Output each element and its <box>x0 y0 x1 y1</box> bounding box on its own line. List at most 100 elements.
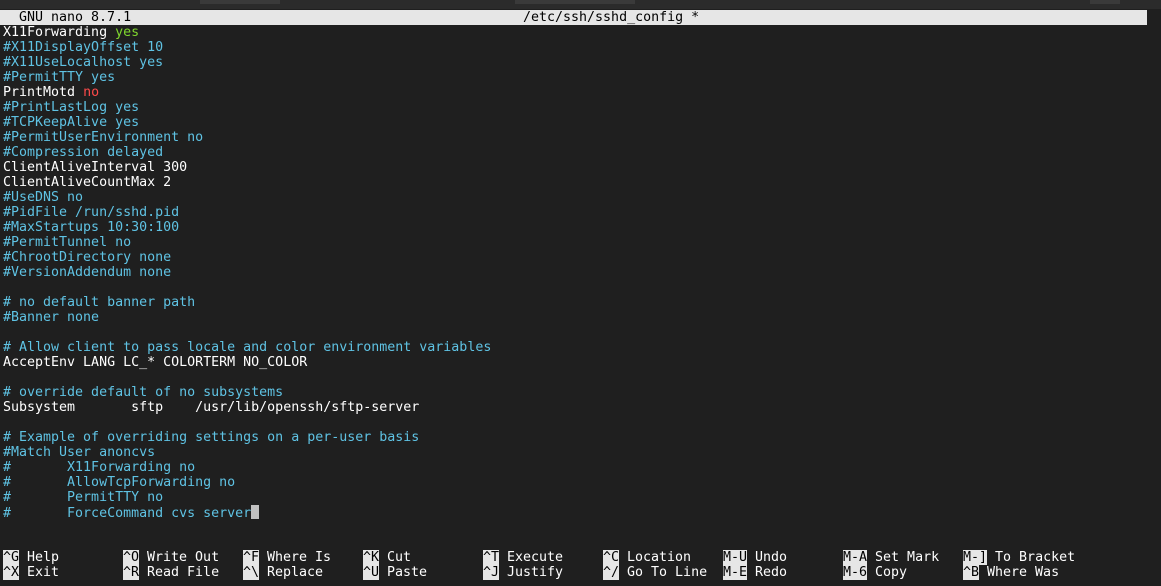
shortcut-item[interactable]: M-A Set Mark <box>843 550 939 565</box>
shortcut-label: Cut <box>379 550 412 565</box>
editor-line[interactable]: Subsystem sftp /usr/lib/openssh/sftp-ser… <box>3 400 491 415</box>
editor-line-text: #MaxStartups 10:30:100 <box>3 220 180 235</box>
shortcut-item[interactable]: ^C Location <box>603 550 691 565</box>
editor-line-text: X11Forwarding <box>3 25 116 40</box>
shortcut-item[interactable]: ^G Help <box>3 550 59 565</box>
editor-line[interactable]: #PermitTunnel no <box>3 235 491 250</box>
shortcut-item[interactable]: ^B Where Was <box>963 565 1059 580</box>
editor-line-text: # AllowTcpForwarding no <box>3 475 236 490</box>
shortcut-item[interactable]: ^F Where Is <box>243 550 331 565</box>
window-tab[interactable] <box>200 0 280 4</box>
editor-line[interactable]: #PermitTTY yes <box>3 70 491 85</box>
shortcut-item[interactable]: ^O Write Out <box>123 550 219 565</box>
editor-line[interactable]: #UseDNS no <box>3 190 491 205</box>
editor-line-text: ClientAliveInterval 300 <box>3 160 188 175</box>
shortcut-key: ^R <box>123 565 140 580</box>
shortcut-item[interactable]: M-U Undo <box>723 550 787 565</box>
shortcut-key: ^U <box>363 565 380 580</box>
shortcut-key: ^B <box>963 565 980 580</box>
editor-line-text: # X11Forwarding no <box>3 460 196 475</box>
editor-line[interactable]: # PermitTTY no <box>3 490 491 505</box>
editor-line[interactable]: #PermitUserEnvironment no <box>3 130 491 145</box>
shortcut-item[interactable]: ^\ Replace <box>243 565 323 580</box>
editor-line[interactable]: #ChrootDirectory none <box>3 250 491 265</box>
shortcut-item[interactable]: ^J Justify <box>483 565 563 580</box>
editor-line-text: AcceptEnv LANG LC_* COLORTERM NO_COLOR <box>3 355 308 370</box>
editor-line[interactable]: #Compression delayed <box>3 145 491 160</box>
app-version: GNU nano 8.7.1 <box>19 10 132 25</box>
shortcut-item[interactable]: ^T Execute <box>483 550 563 565</box>
shortcut-item[interactable]: M-6 Copy <box>843 565 907 580</box>
editor-line[interactable]: # ForceCommand cvs server <box>3 505 491 521</box>
editor-line[interactable]: #PrintLastLog yes <box>3 100 491 115</box>
editor-line-text: yes <box>115 25 140 40</box>
editor-line[interactable]: # AllowTcpForwarding no <box>3 475 491 490</box>
editor-line[interactable]: #Match User anoncvs <box>3 445 491 460</box>
nano-title-bar: GNU nano 8.7.1 /etc/ssh/sshd_config * <box>0 10 1147 25</box>
editor-line[interactable]: # override default of no subsystems <box>3 385 491 400</box>
editor-line[interactable] <box>3 370 491 385</box>
shortcut-item[interactable]: ^K Cut <box>363 550 411 565</box>
editor-line[interactable]: #TCPKeepAlive yes <box>3 115 491 130</box>
window-tab[interactable] <box>515 0 635 4</box>
shortcut-item[interactable]: ^X Exit <box>3 565 59 580</box>
editor-line-text: PrintMotd <box>3 85 84 100</box>
editor-line[interactable]: ClientAliveInterval 300 <box>3 160 491 175</box>
editor-line-text: #PidFile /run/sshd.pid <box>3 205 180 220</box>
editor-line[interactable]: # Example of overriding settings on a pe… <box>3 430 491 445</box>
editor-line-text: #PrintLastLog yes <box>3 100 140 115</box>
editor-line[interactable]: #VersionAddendum none <box>3 265 491 280</box>
editor-line[interactable] <box>3 415 491 430</box>
editor-line[interactable]: #Banner none <box>3 310 491 325</box>
shortcut-key: ^X <box>3 565 20 580</box>
shortcut-key: M-E <box>723 565 748 580</box>
shortcut-item[interactable]: ^/ Go To Line <box>603 565 707 580</box>
editor-line[interactable]: #PidFile /run/sshd.pid <box>3 205 491 220</box>
text-cursor <box>251 505 260 519</box>
editor-line-text: #Match User anoncvs <box>3 445 156 460</box>
shortcut-key: ^J <box>483 565 500 580</box>
editor-line[interactable]: #X11DisplayOffset 10 <box>3 40 491 55</box>
editor-line-text: #UseDNS no <box>3 190 84 205</box>
shortcut-label: Set Mark <box>867 550 940 565</box>
shortcut-label: Exit <box>19 565 60 580</box>
editor-line[interactable]: #MaxStartups 10:30:100 <box>3 220 491 235</box>
editor-line-text: # no default banner path <box>3 295 196 310</box>
editor-line[interactable]: # no default banner path <box>3 295 491 310</box>
editor-line-text: ClientAliveCountMax 2 <box>3 175 172 190</box>
shortcut-item[interactable]: M-E Redo <box>723 565 787 580</box>
shortcut-key: M-6 <box>843 565 868 580</box>
shortcut-key: ^C <box>603 550 620 565</box>
editor-line-text: # Allow client to pass locale and color … <box>3 340 492 355</box>
editor-line[interactable]: PrintMotd no <box>3 85 491 100</box>
editor-line-text: # PermitTTY no <box>3 490 164 505</box>
editor-line[interactable]: ClientAliveCountMax 2 <box>3 175 491 190</box>
editor-line-text: # override default of no subsystems <box>3 385 284 400</box>
editor-line[interactable]: # Allow client to pass locale and color … <box>3 340 491 355</box>
shortcut-label: Paste <box>379 565 428 580</box>
window-tab[interactable] <box>1090 0 1120 4</box>
shortcut-label: To Bracket <box>987 550 1076 565</box>
editor-line-text: #X11DisplayOffset 10 <box>3 40 164 55</box>
shortcut-item[interactable]: M-] To Bracket <box>963 550 1075 565</box>
shortcut-label: Write Out <box>139 550 220 565</box>
editor-line[interactable]: # X11Forwarding no <box>3 460 491 475</box>
editor-line[interactable] <box>3 280 491 295</box>
window-tab-strip <box>0 0 1161 9</box>
shortcut-label: Justify <box>499 565 564 580</box>
editor-line-text: #VersionAddendum none <box>3 265 172 280</box>
editor-text-area[interactable]: X11Forwarding yes #X11DisplayOffset 10 #X1… <box>3 25 491 521</box>
editor-line[interactable]: AcceptEnv LANG LC_* COLORTERM NO_COLOR <box>3 355 491 370</box>
editor-line[interactable]: #X11UseLocalhost yes <box>3 55 491 70</box>
shortcut-key: M-A <box>843 550 868 565</box>
shortcut-label: Go To Line <box>619 565 708 580</box>
editor-line[interactable] <box>3 325 491 340</box>
shortcut-label: Location <box>619 550 692 565</box>
shortcut-key: ^T <box>483 550 500 565</box>
shortcut-key: ^G <box>3 550 20 565</box>
shortcut-key: M-] <box>963 550 988 565</box>
editor-line-text: #PermitTunnel no <box>3 235 132 250</box>
shortcut-item[interactable]: ^U Paste <box>363 565 427 580</box>
shortcut-item[interactable]: ^R Read File <box>123 565 219 580</box>
editor-line[interactable]: X11Forwarding yes <box>3 25 491 40</box>
